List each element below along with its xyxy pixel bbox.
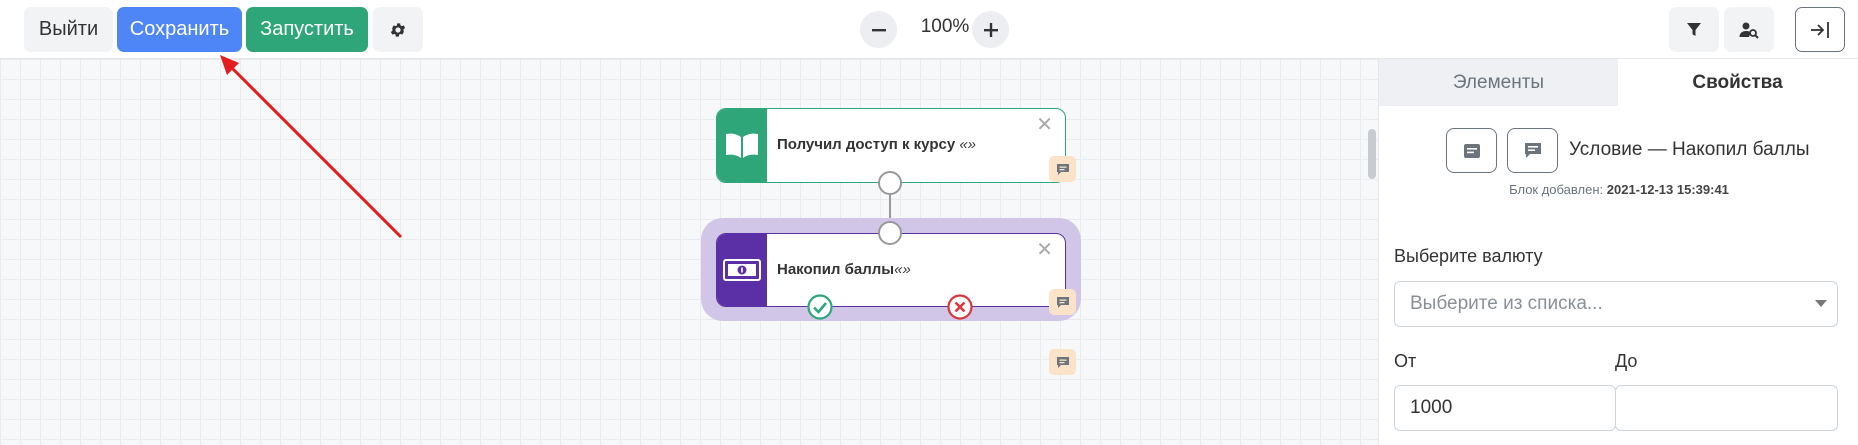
plus-icon xyxy=(983,22,998,37)
comment-button[interactable] xyxy=(1049,156,1076,182)
to-input[interactable] xyxy=(1615,385,1838,431)
user-search-button[interactable] xyxy=(1724,7,1774,52)
from-input[interactable]: 1000 xyxy=(1394,385,1616,431)
chevron-down-icon xyxy=(1815,300,1827,307)
comment-icon xyxy=(1056,356,1069,368)
node-title: Получил доступ к курсу «» xyxy=(777,136,977,153)
input-port[interactable] xyxy=(878,221,902,245)
block-added-info: Блок добавлен: 2021-12-13 15:39:41 xyxy=(1509,182,1729,197)
filter-icon xyxy=(1687,22,1701,36)
comment-toggle-button[interactable] xyxy=(1446,128,1497,173)
close-icon[interactable]: ✕ xyxy=(1036,240,1053,260)
comment-icon xyxy=(1524,143,1541,158)
block-title: Условие — Накопил баллы xyxy=(1569,139,1810,160)
currency-label: Выберите валюту xyxy=(1394,246,1543,266)
comment-icon xyxy=(1056,163,1069,175)
user-search-icon xyxy=(1739,22,1759,39)
canvas-scrollbar[interactable] xyxy=(1368,129,1376,179)
cross-circle-icon[interactable] xyxy=(947,294,973,320)
node-icon-box xyxy=(717,109,767,182)
close-icon[interactable]: ✕ xyxy=(1036,115,1053,135)
flow-canvas[interactable]: Получил доступ к курсу «» ✕ Накопил балл… xyxy=(0,55,1378,445)
currency-select[interactable]: Выберите из списка... xyxy=(1394,281,1838,327)
gear-icon xyxy=(390,22,406,37)
annotation-arrow xyxy=(220,55,403,239)
from-label: От xyxy=(1394,351,1417,371)
settings-button[interactable] xyxy=(373,7,423,52)
check-circle-icon[interactable] xyxy=(807,294,833,320)
zoom-level: 100% xyxy=(920,16,970,37)
money-icon xyxy=(723,259,761,281)
tab-properties[interactable]: Свойства xyxy=(1618,59,1857,106)
comment-icon xyxy=(1056,296,1069,308)
comment-button[interactable] xyxy=(1049,349,1076,375)
message-icon xyxy=(1463,143,1480,158)
zoom-out-button[interactable] xyxy=(860,11,897,48)
book-icon xyxy=(726,133,758,158)
sign-out-icon xyxy=(1811,21,1829,38)
zoom-in-button[interactable] xyxy=(972,11,1009,48)
node-title: Накопил баллы«» xyxy=(777,261,911,278)
run-button[interactable]: Запустить xyxy=(246,7,368,52)
node-icon-box xyxy=(717,234,767,306)
properties-panel: Элементы Свойства Условие — Накопил балл… xyxy=(1378,59,1858,445)
output-port[interactable] xyxy=(878,171,902,195)
exit-button[interactable]: Выйти xyxy=(24,7,113,52)
collapse-panel-button[interactable] xyxy=(1795,7,1845,52)
minus-icon xyxy=(871,28,886,31)
save-button[interactable]: Сохранить xyxy=(117,7,242,52)
tab-elements[interactable]: Элементы xyxy=(1379,59,1618,106)
to-label: До xyxy=(1615,351,1638,371)
comment-button[interactable] xyxy=(1049,289,1076,315)
note-button[interactable] xyxy=(1507,128,1558,173)
filter-button[interactable] xyxy=(1669,7,1719,52)
